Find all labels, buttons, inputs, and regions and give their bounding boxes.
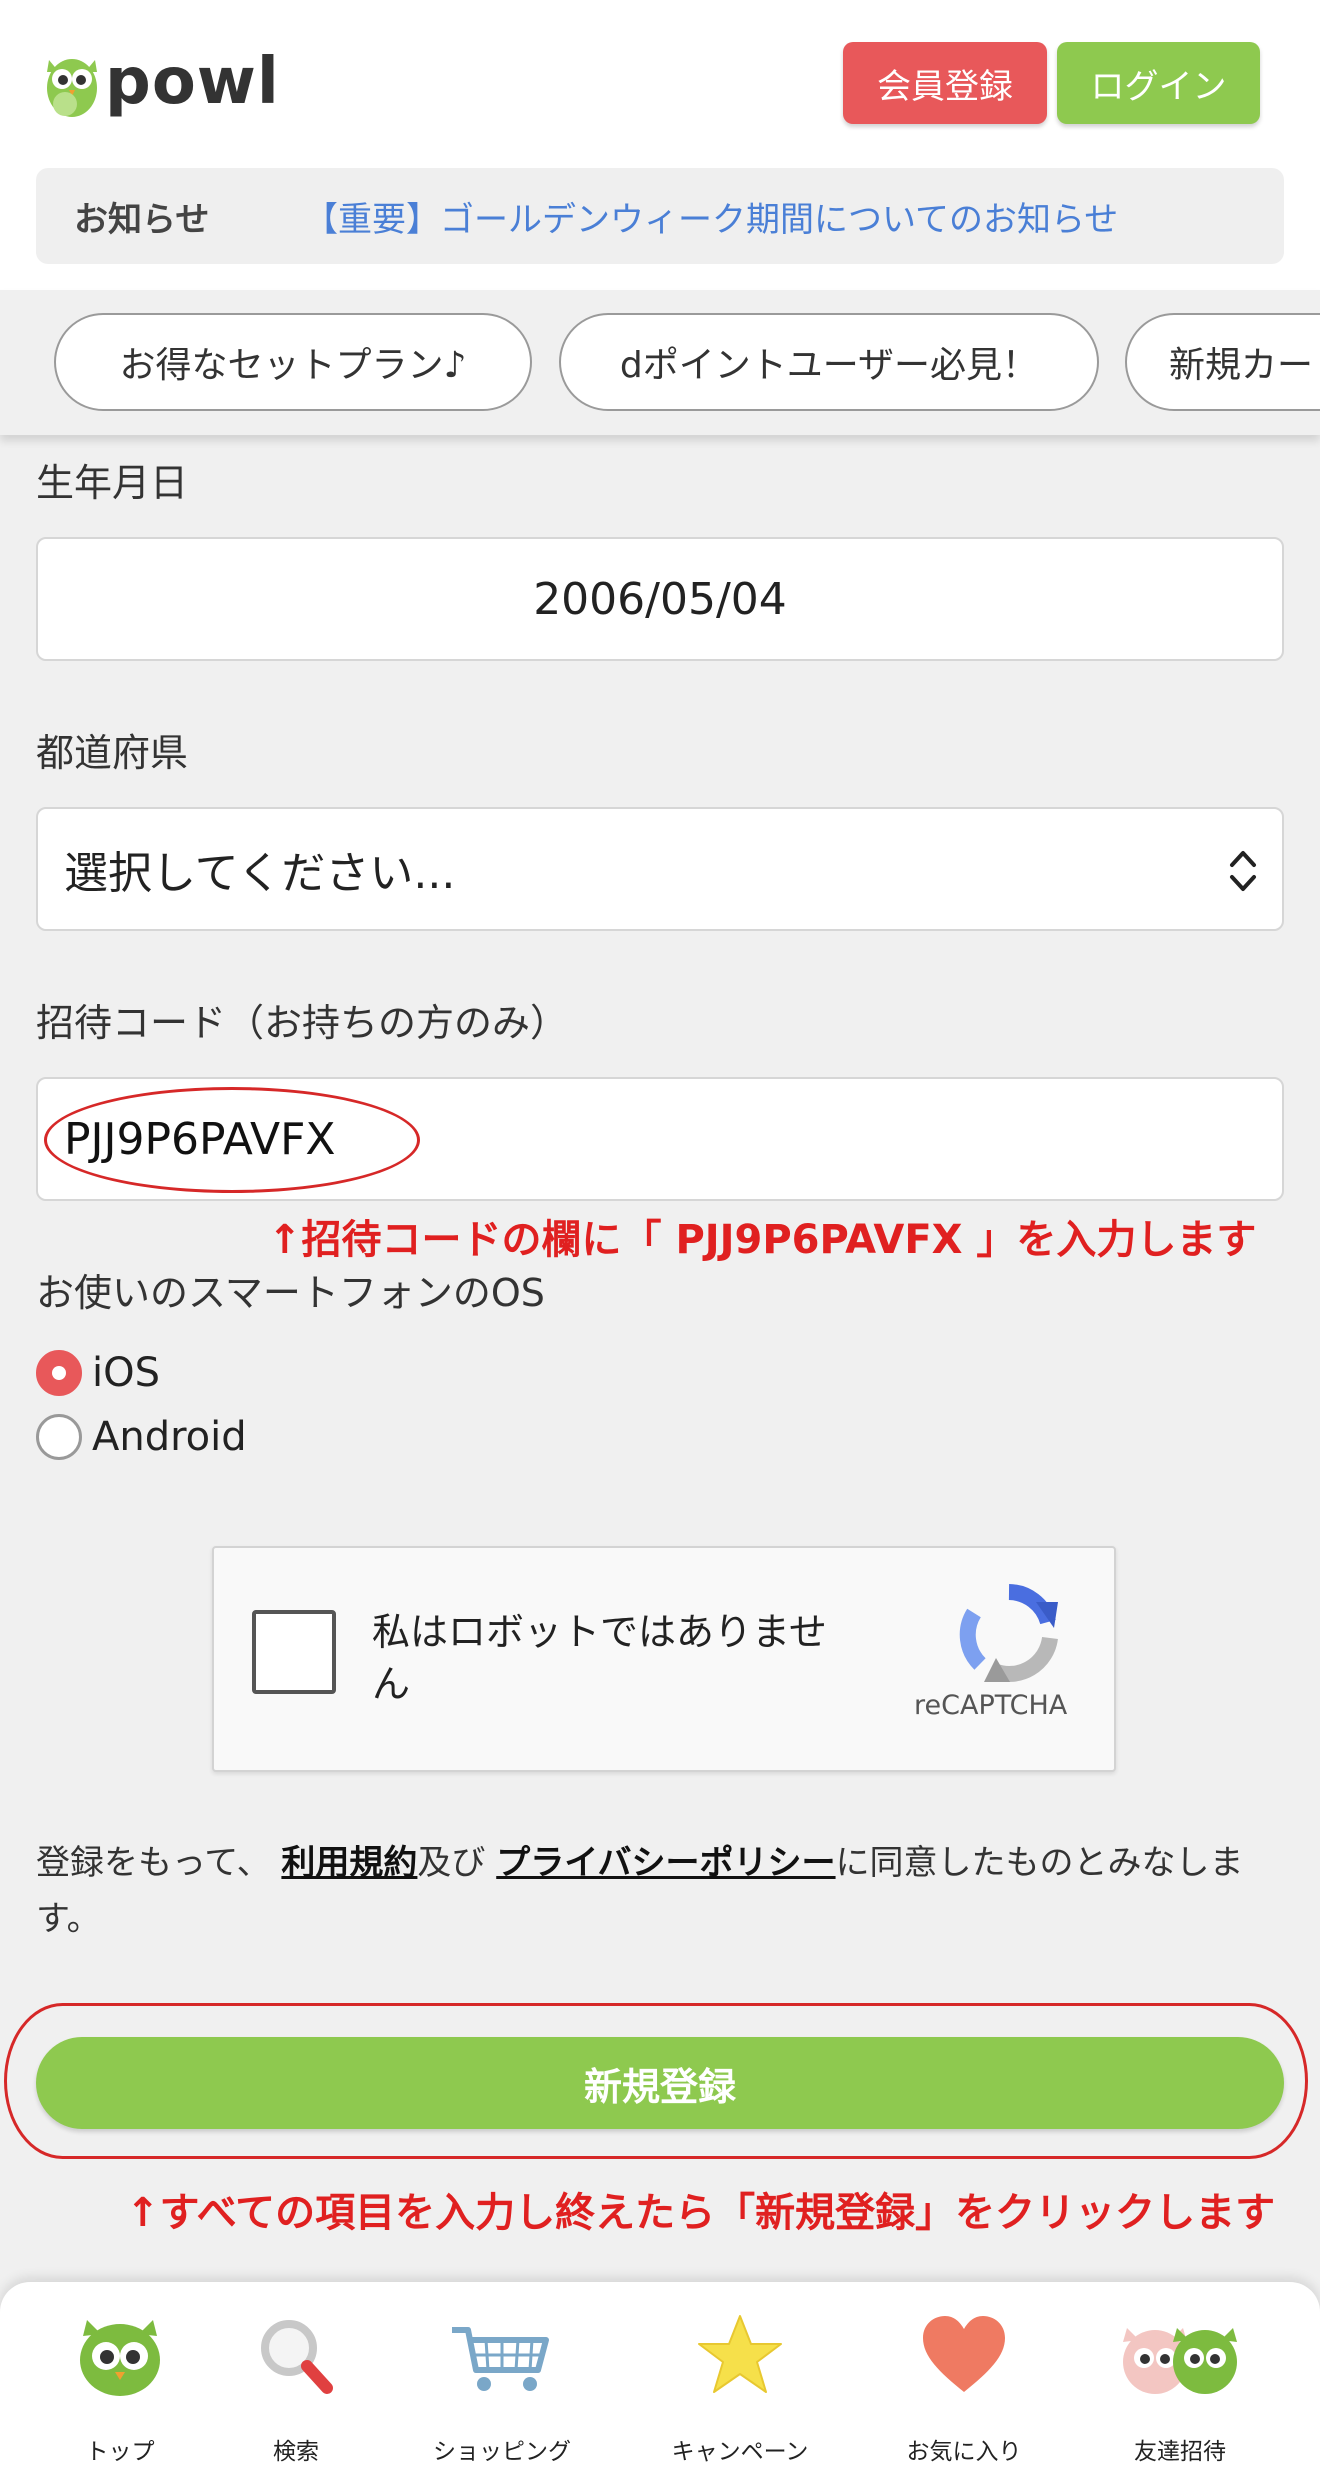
page: powl 会員登録 ログイン お知らせ 【重要】ゴールデンウィーク期間についての… [0, 0, 1320, 2487]
terms-text: 登録をもって、 利用規約及び プライバシーポリシーに同意したものとみなします。 [36, 1835, 1286, 1947]
notice-bar: お知らせ 【重要】ゴールデンウィーク期間についてのお知らせ [36, 168, 1284, 264]
heart-icon [923, 2316, 1005, 2392]
os-option-ios[interactable]: iOS [36, 1350, 160, 1396]
birthdate-value: 2006/05/04 [533, 573, 787, 625]
select-arrows-icon [1230, 851, 1256, 891]
register-button[interactable]: 会員登録 [843, 42, 1047, 124]
nav-label-favorites: お気に入り [906, 2439, 1022, 2465]
prefecture-value: 選択してください... [64, 848, 456, 899]
nav-item-top[interactable]: トップ [20, 2312, 220, 2472]
terms-link[interactable]: 利用規約 [281, 1843, 417, 1883]
terms-prefix: 登録をもって、 [36, 1843, 271, 1883]
powl-logo[interactable]: powl [45, 42, 280, 122]
birthdate-field[interactable]: 2006/05/04 [36, 537, 1284, 661]
login-button[interactable]: ログイン [1057, 42, 1260, 124]
recaptcha-text: 私はロボットではありません [372, 1610, 827, 1706]
submit-annotation: ↑すべての項目を入力し終えたら「新規登録」をクリックします [126, 2190, 1276, 2236]
invite-code-annotation: ↑招待コードの欄に「 PJJ9P6PAVFX 」を入力します [268, 1217, 1257, 1263]
nav-label-search: 検索 [273, 2439, 319, 2465]
nav-label-campaign: キャンペーン [671, 2439, 809, 2465]
prefecture-select[interactable]: 選択してください... [36, 807, 1284, 931]
radio-ios[interactable] [36, 1350, 82, 1396]
bottom-nav: トップ 検索 ショッピング キャンペーン お気に入り 友達招待 [0, 2282, 1320, 2487]
prefecture-label: 都道府県 [36, 731, 189, 775]
os-android-label: Android [92, 1414, 247, 1460]
nav-label-shopping: ショッピング [433, 2439, 571, 2465]
nav-item-invite[interactable]: 友達招待 [1080, 2312, 1280, 2472]
chip-set-plan[interactable]: お得なセットプラン♪ [54, 313, 532, 411]
owl-logo-icon [47, 59, 97, 117]
recaptcha-brand: reCAPTCHA [914, 1690, 1068, 1721]
header: powl 会員登録 ログイン お知らせ 【重要】ゴールデンウィーク期間についての… [0, 0, 1320, 290]
radio-android[interactable] [36, 1414, 82, 1460]
birthdate-label: 生年月日 [36, 461, 189, 505]
star-icon [698, 2315, 782, 2393]
os-option-android[interactable]: Android [36, 1414, 247, 1460]
nav-item-favorites[interactable]: お気に入り [864, 2312, 1064, 2472]
invite-code-highlight [44, 1087, 420, 1193]
privacy-link[interactable]: プライバシーポリシー [496, 1843, 835, 1883]
nav-label-top: トップ [85, 2439, 155, 2465]
owl-icon [80, 2320, 160, 2396]
nav-label-invite: 友達招待 [1134, 2439, 1226, 2465]
nav-item-shopping[interactable]: ショッピング [402, 2312, 602, 2472]
owls-pair-icon [1123, 2328, 1237, 2394]
os-label: お使いのスマートフォンのOS [36, 1271, 545, 1315]
search-icon [261, 2320, 333, 2394]
nav-item-campaign[interactable]: キャンペーン [640, 2312, 840, 2472]
recaptcha-checkbox[interactable] [252, 1610, 336, 1694]
chip-dpoint[interactable]: dポイントユーザー必見！ [559, 313, 1099, 411]
recaptcha-widget: 私はロボットではありません reCAPTCHA [212, 1546, 1116, 1772]
logo-text: powl [105, 45, 280, 119]
cart-icon [452, 2327, 549, 2391]
os-ios-label: iOS [92, 1350, 160, 1396]
nav-item-search[interactable]: 検索 [196, 2312, 396, 2472]
invite-code-label: 招待コード（お持ちの方のみ） [36, 1001, 569, 1045]
chip-new-card[interactable]: 新規カー [1125, 313, 1320, 411]
submit-register-button[interactable]: 新規登録 [36, 2037, 1284, 2129]
recaptcha-icon [959, 1584, 1058, 1682]
notice-link[interactable]: 【重要】ゴールデンウィーク期間についてのお知らせ [304, 192, 1118, 241]
notice-label: お知らせ [74, 199, 210, 240]
terms-conj: 及び [417, 1843, 486, 1883]
campaign-chip-bar: お得なセットプラン♪ dポイントユーザー必見！ 新規カー [0, 290, 1320, 435]
